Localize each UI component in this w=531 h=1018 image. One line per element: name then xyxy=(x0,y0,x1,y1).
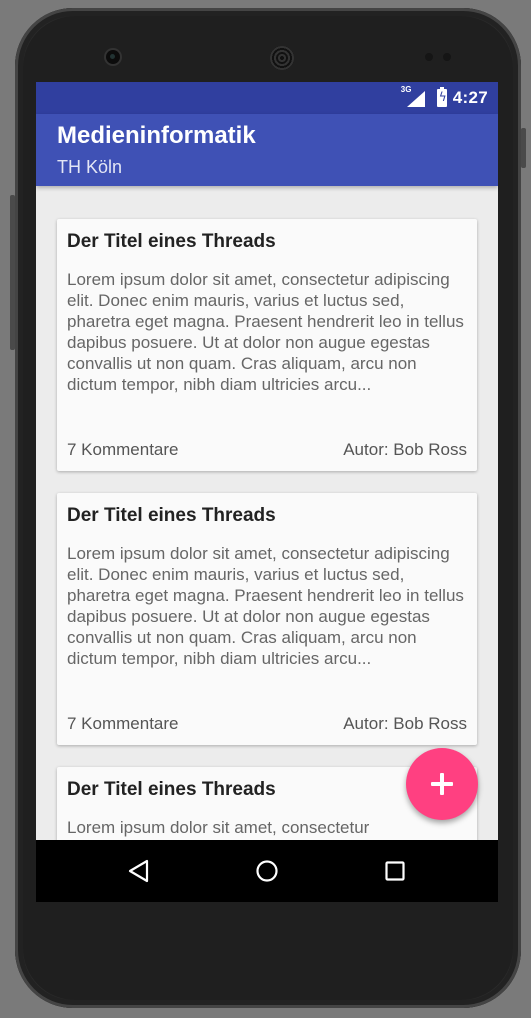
thread-author: Autor: Bob Ross xyxy=(343,440,467,459)
thread-comments-count[interactable]: 7 Kommentare xyxy=(67,440,179,460)
status-icons: 3G ϟ 4:27 xyxy=(401,85,488,109)
proximity-sensor xyxy=(425,53,433,61)
thread-list[interactable]: Der Titel eines Threads Lorem ipsum dolo… xyxy=(36,186,498,840)
add-thread-button[interactable] xyxy=(406,748,478,820)
app-subtitle: TH Köln xyxy=(57,157,123,177)
plus-icon xyxy=(431,773,453,795)
thread-body: Lorem ipsum dolor sit amet, consectetur … xyxy=(67,270,464,394)
earpiece-speaker xyxy=(270,46,294,70)
thread-title: Der Titel eines Threads xyxy=(67,505,276,526)
thread-author: Autor: Bob Ross xyxy=(343,714,467,733)
thread-card[interactable]: Der Titel eines Threads Lorem ipsum dolo… xyxy=(57,493,477,745)
front-camera xyxy=(106,50,120,64)
thread-body: Lorem ipsum dolor sit amet, consectetur … xyxy=(67,544,464,668)
thread-body: Lorem ipsum dolor sit amet, consectetur xyxy=(67,818,370,837)
app-bar: Medieninformatik TH Köln xyxy=(36,114,498,186)
signal-icon: 3G xyxy=(401,85,425,107)
back-button[interactable] xyxy=(124,856,154,886)
navigation-bar xyxy=(36,840,498,902)
light-sensor xyxy=(443,53,451,61)
screen: 3G ϟ 4:27 Medieninformatik TH Köln Der T… xyxy=(36,82,498,902)
app-title: Medieninformatik xyxy=(57,122,256,149)
recents-icon xyxy=(385,861,405,881)
thread-card[interactable]: Der Titel eines Threads Lorem ipsum dolo… xyxy=(57,219,477,471)
power-button xyxy=(521,128,526,168)
home-icon xyxy=(256,860,278,882)
back-icon xyxy=(128,859,149,883)
thread-title: Der Titel eines Threads xyxy=(67,779,276,800)
thread-comments-count[interactable]: 7 Kommentare xyxy=(67,714,179,734)
battery-charging-icon: ϟ xyxy=(436,87,447,107)
home-button[interactable] xyxy=(252,856,282,886)
volume-button xyxy=(10,195,15,350)
status-bar: 3G ϟ 4:27 xyxy=(36,82,498,114)
recents-button[interactable] xyxy=(380,856,410,886)
thread-title: Der Titel eines Threads xyxy=(67,231,276,252)
status-time: 4:27 xyxy=(452,88,488,107)
